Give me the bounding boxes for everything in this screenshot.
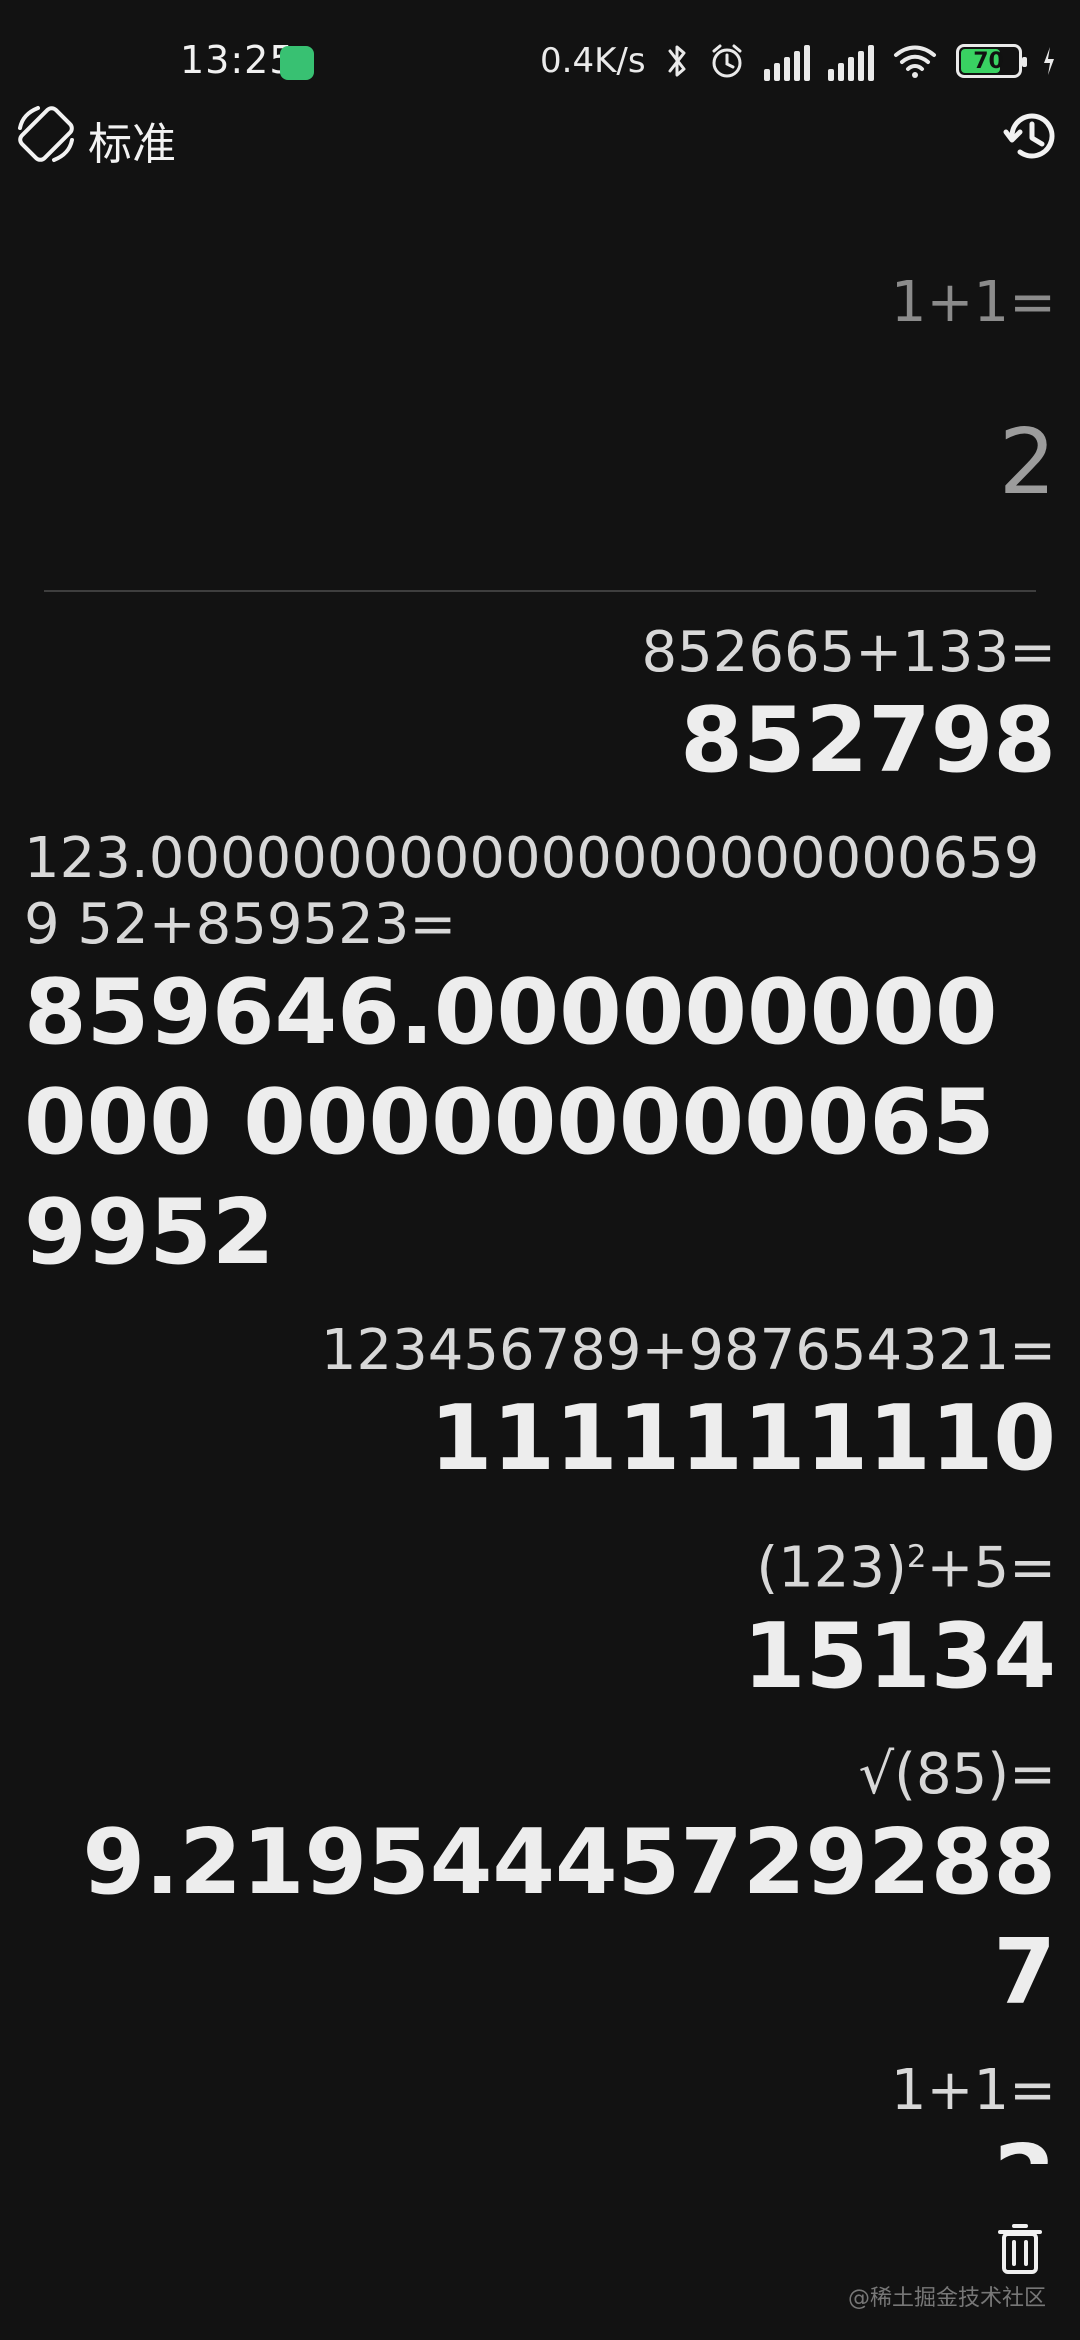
signal-hd-2-icon	[827, 41, 874, 81]
history-list: 852665+133= 852798 123.00000000000000000…	[24, 620, 1056, 2194]
signal-hd-1-icon	[763, 41, 810, 81]
battery-icon: 70	[955, 44, 1027, 78]
current-calculation: 1+1= 2	[76, 268, 1056, 518]
bluetooth-icon	[668, 45, 686, 77]
history-result: 852798	[680, 688, 1056, 793]
history-expression: 852665+133=	[641, 620, 1056, 685]
history-expression: 1+1=	[890, 2057, 1056, 2123]
history-icon[interactable]	[1002, 106, 1062, 166]
history-expression-base: (123)	[756, 1535, 907, 1601]
history-item[interactable]: √(85)= 9.219544457292887	[24, 1742, 1056, 2028]
history-expression-exponent: 2	[906, 1539, 927, 1575]
watermark: @稀土掘金技术社区	[847, 2286, 1046, 2311]
history-result: 2	[24, 2124, 1056, 2164]
history-item[interactable]: 123456789+987654321= 1111111110	[24, 1318, 1056, 1494]
wifi-icon	[893, 45, 936, 78]
history-divider	[44, 590, 1036, 592]
history-item[interactable]: 123.00000000000000000000006599 52+859523…	[24, 826, 1056, 1288]
status-indicators: 0.4K/s 70	[540, 36, 1060, 86]
history-expression: (123)2+5=	[24, 1524, 1056, 1602]
mode-title[interactable]: 标准	[88, 108, 176, 172]
current-expression: 1+1=	[890, 270, 1056, 335]
network-speed: 0.4K/s	[540, 41, 646, 81]
history-result: 9.219544457292887	[82, 1809, 1056, 2025]
alarm-icon	[712, 44, 742, 78]
charging-bolt-icon	[1043, 47, 1054, 75]
history-expression: 123456789+987654321=	[320, 1318, 1056, 1383]
history-expression: 123.00000000000000000000006599 52+859523…	[24, 826, 1040, 957]
history-item[interactable]: (123)2+5= 15134	[24, 1524, 1056, 1712]
battery-level: 70	[973, 48, 1004, 74]
history-item[interactable]: 852665+133= 852798	[24, 620, 1056, 796]
history-expression-tail: +5=	[926, 1535, 1056, 1601]
history-result: 15134	[742, 1603, 1056, 1709]
history-item[interactable]: 1+1= 2	[24, 2058, 1056, 2164]
rotate-screen-icon[interactable]	[12, 100, 80, 168]
status-time: 13:25	[180, 38, 295, 82]
history-expression: √(85)=	[858, 1741, 1056, 1807]
app-header: 标准	[0, 100, 1080, 220]
current-result: 2	[998, 410, 1056, 515]
history-result: 859646.000000000000 0000000000659952	[24, 960, 998, 1285]
history-result: 1111111110	[429, 1386, 1056, 1491]
trash-icon[interactable]	[996, 2218, 1044, 2278]
app-notification-icon	[280, 46, 314, 80]
